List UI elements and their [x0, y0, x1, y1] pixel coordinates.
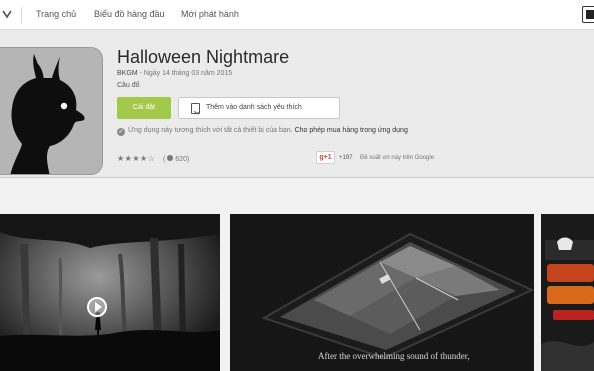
app-meta: BKGM - Ngày 14 tháng 03 năm 2015: [117, 70, 232, 77]
tablet-image: [230, 214, 534, 371]
app-icon: [0, 47, 103, 175]
developer-link[interactable]: BKGM: [117, 70, 138, 77]
screenshot-video[interactable]: [0, 214, 220, 371]
nav-divider: [21, 7, 22, 23]
chevron-down-icon[interactable]: [2, 8, 12, 20]
check-icon: ✓: [117, 128, 125, 136]
gplus-recommend-text: Đề xuất ưri này trên Google: [360, 155, 435, 161]
gplus-count: +197: [339, 155, 353, 161]
apps-icon[interactable]: [582, 6, 594, 23]
rating-count-value: 620: [175, 156, 187, 163]
app-details: Halloween Nightmare BKGM - Ngày 14 tháng…: [0, 30, 594, 178]
install-button[interactable]: Cài đặt: [117, 97, 171, 119]
rating-count: ( 620): [163, 155, 190, 163]
compatibility-note: ✓ Ứng dụng này tương thích với tất cả thi…: [117, 127, 408, 136]
app-title: Halloween Nightmare: [117, 47, 290, 67]
person-icon: [167, 155, 174, 161]
top-nav: Trang chủ Biểu đồ hàng đầu Mới phát hành: [0, 0, 594, 30]
silhouette-icon: [0, 48, 102, 174]
play-icon[interactable]: [87, 297, 107, 317]
nav-top-charts-link[interactable]: Biểu đồ hàng đầu: [94, 9, 165, 19]
title-art-image: [541, 214, 594, 371]
rating-stars: ★★★★☆: [117, 154, 156, 163]
compat-text: Ứng dụng này tương thích với tất cả thiế…: [128, 127, 293, 134]
nav-new-releases-link[interactable]: Mới phát hành: [181, 9, 239, 19]
iap-note: Cho phép mua hàng trong ứng dụng: [294, 127, 408, 134]
nav-home-link[interactable]: Trang chủ: [36, 9, 76, 19]
screenshot-caption: After the overwhelming sound of thunder,: [318, 351, 470, 361]
wishlist-button[interactable]: Thêm vào danh sách yêu thích: [178, 97, 340, 119]
wishlist-label: Thêm vào danh sách yêu thích: [206, 104, 302, 111]
category-link[interactable]: Câu đố: [117, 82, 140, 89]
screenshot-tablet[interactable]: After the overwhelming sound of thunder,: [230, 214, 534, 371]
release-date: - Ngày 14 tháng 03 năm 2015: [137, 70, 233, 77]
gplus-button[interactable]: g+1: [316, 151, 335, 164]
forest-scene-image: [0, 214, 220, 371]
bookmark-icon: [191, 103, 200, 114]
screenshot-title-art[interactable]: [541, 214, 594, 371]
